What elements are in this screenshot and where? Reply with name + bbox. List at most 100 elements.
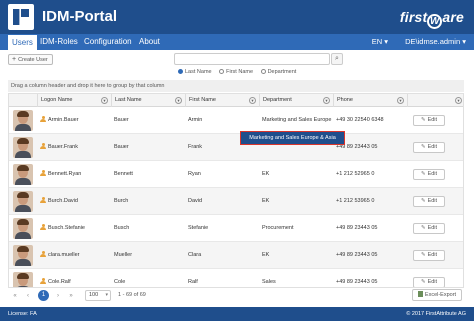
chevron-down-icon: ▾	[384, 37, 388, 46]
edit-label: Edit	[427, 252, 438, 258]
group-drop-area[interactable]: Drag a column header and drop it here to…	[8, 80, 464, 92]
cell-logon-name: Bennett.Ryan	[37, 161, 111, 188]
main-nav: Users IDM-Roles Configuration About EN ▾…	[0, 34, 474, 50]
create-user-button[interactable]: + Create User	[8, 54, 53, 65]
logon-name-text: Cole.Ralf	[48, 279, 71, 285]
avatar	[13, 245, 33, 266]
cell-phone: +49 30 22540 6348	[336, 117, 384, 123]
table-row[interactable]: Bennett.Ryan Bennett Ryan EK +1 212 5296…	[9, 161, 463, 188]
logon-name-text: Armin.Bauer	[48, 117, 79, 123]
user-menu-label: DE\idmse.admin	[405, 37, 461, 46]
cell-department: EK	[262, 198, 270, 204]
avatar	[13, 191, 33, 212]
edit-button[interactable]: ✎ Edit	[413, 223, 445, 234]
user-icon	[40, 143, 46, 149]
cell-logon-name: Bauer.Frank	[37, 134, 111, 161]
table-row[interactable]: clara.mueller Mueller Clara EK +49 89 23…	[9, 242, 463, 269]
column-header-first-name[interactable]: First Name ▾	[185, 94, 259, 107]
edit-button[interactable]: ✎ Edit	[413, 115, 445, 126]
column-header-label: Last Name	[115, 97, 142, 103]
brand-logo: first Ware	[400, 9, 464, 29]
radio-first-name[interactable]: First Name	[219, 68, 253, 76]
edit-button[interactable]: ✎ Edit	[413, 250, 445, 261]
column-header-department[interactable]: Department ▾	[259, 94, 333, 107]
cell-first-name: Stefanie	[188, 225, 209, 231]
brand-ring: W	[427, 14, 443, 29]
cell-department: Procurement	[262, 225, 294, 231]
last-page-icon[interactable]: »	[66, 291, 76, 301]
table-row[interactable]: Burch.David Burch David EK +1 212 53965 …	[9, 188, 463, 215]
edit-label: Edit	[427, 144, 438, 150]
cell-last-name: Bauer	[114, 117, 129, 123]
user-menu[interactable]: DE\idmse.admin ▾	[405, 34, 466, 50]
cell-last-name: Cole	[114, 279, 126, 285]
edit-button[interactable]: ✎ Edit	[413, 196, 445, 207]
brand-suffix: are	[442, 9, 464, 25]
edit-button[interactable]: ✎ Edit	[413, 142, 445, 153]
next-page-icon[interactable]: ›	[53, 291, 63, 301]
radio-label: First Name	[226, 69, 254, 75]
search-icon[interactable]: ⌕	[331, 53, 343, 65]
excel-export-button[interactable]: Excel-Export	[412, 289, 462, 301]
pencil-icon: ✎	[420, 117, 426, 123]
edit-button[interactable]: ✎ Edit	[413, 169, 445, 180]
user-icon	[40, 224, 46, 230]
edit-label: Edit	[427, 117, 438, 123]
language-selector[interactable]: EN ▾	[372, 34, 388, 50]
column-header-phone[interactable]: Phone ▾	[333, 94, 407, 107]
first-page-icon[interactable]: «	[10, 291, 20, 301]
app-header: IDM-Portal first Ware	[0, 0, 474, 34]
filter-icon[interactable]: ▾	[175, 97, 182, 104]
page-number-button[interactable]: 1	[38, 290, 49, 301]
nav-tab-about[interactable]: About	[135, 34, 164, 50]
table-row[interactable]: Armin.Bauer Bauer Armin Marketing and Sa…	[9, 107, 463, 134]
cell-first-name: Ralf	[188, 279, 198, 285]
edit-label: Edit	[427, 279, 438, 285]
table-row[interactable]: Bauer.Frank Bauer Frank +49 89 23443 05 …	[9, 134, 463, 161]
search-input[interactable]	[174, 53, 330, 65]
radio-dot-icon	[260, 69, 266, 74]
pencil-icon: ✎	[420, 279, 426, 285]
cell-last-name: Bennett	[114, 171, 133, 177]
plus-icon: +	[12, 56, 17, 63]
table-row[interactable]: Busch.Stefanie Busch Stefanie Procuremen…	[9, 215, 463, 242]
pencil-icon: ✎	[420, 198, 426, 204]
filter-icon[interactable]: ▾	[455, 97, 462, 104]
table-row[interactable]: Cole.Ralf Cole Ralf Sales +49 89 23443 0…	[9, 269, 463, 287]
filter-icon[interactable]: ▾	[397, 97, 404, 104]
logon-name-text: Burch.David	[48, 198, 78, 204]
column-header-logon-name[interactable]: Logon Name ▾	[37, 94, 111, 107]
cell-phone: +1 212 53965 0	[336, 198, 375, 204]
column-header-label: Phone	[337, 97, 353, 103]
radio-department[interactable]: Department	[260, 68, 297, 76]
column-header-label: Logon Name	[41, 97, 73, 103]
avatar	[13, 110, 33, 131]
cell-phone: +1 212 52965 0	[336, 171, 375, 177]
pencil-icon: ✎	[420, 252, 426, 258]
page-size-value: 100	[89, 292, 99, 298]
grid-header: Logon Name ▾ Last Name ▾ First Name ▾ Depar…	[9, 94, 463, 107]
filter-icon[interactable]: ▾	[101, 97, 108, 104]
user-icon	[40, 116, 46, 122]
nav-tab-users[interactable]: Users	[8, 34, 37, 50]
edit-label: Edit	[427, 225, 438, 231]
cell-phone: +49 89 23443 05	[336, 279, 378, 285]
radio-label: Department	[267, 69, 297, 75]
cell-last-name: Mueller	[114, 252, 133, 258]
avatar	[13, 218, 33, 239]
filter-icon[interactable]: ▾	[323, 97, 330, 104]
cell-logon-name: Cole.Ralf	[37, 269, 111, 287]
column-header-last-name[interactable]: Last Name ▾	[111, 94, 185, 107]
cell-phone: +49 89 23443 05	[336, 225, 378, 231]
chevron-down-icon: ▾	[105, 292, 108, 298]
cell-first-name: David	[188, 198, 203, 204]
radio-last-name[interactable]: Last Name	[178, 68, 212, 76]
nav-tab-idm-roles[interactable]: IDM-Roles	[36, 34, 82, 50]
prev-page-icon[interactable]: ‹	[23, 291, 33, 301]
page-size-select[interactable]: 100 ▾	[85, 290, 111, 301]
edit-button[interactable]: ✎ Edit	[413, 277, 445, 287]
column-header-label: First Name	[189, 97, 216, 103]
cell-last-name: Burch	[114, 198, 129, 204]
nav-tab-configuration[interactable]: Configuration	[80, 34, 136, 50]
filter-icon[interactable]: ▾	[249, 97, 256, 104]
